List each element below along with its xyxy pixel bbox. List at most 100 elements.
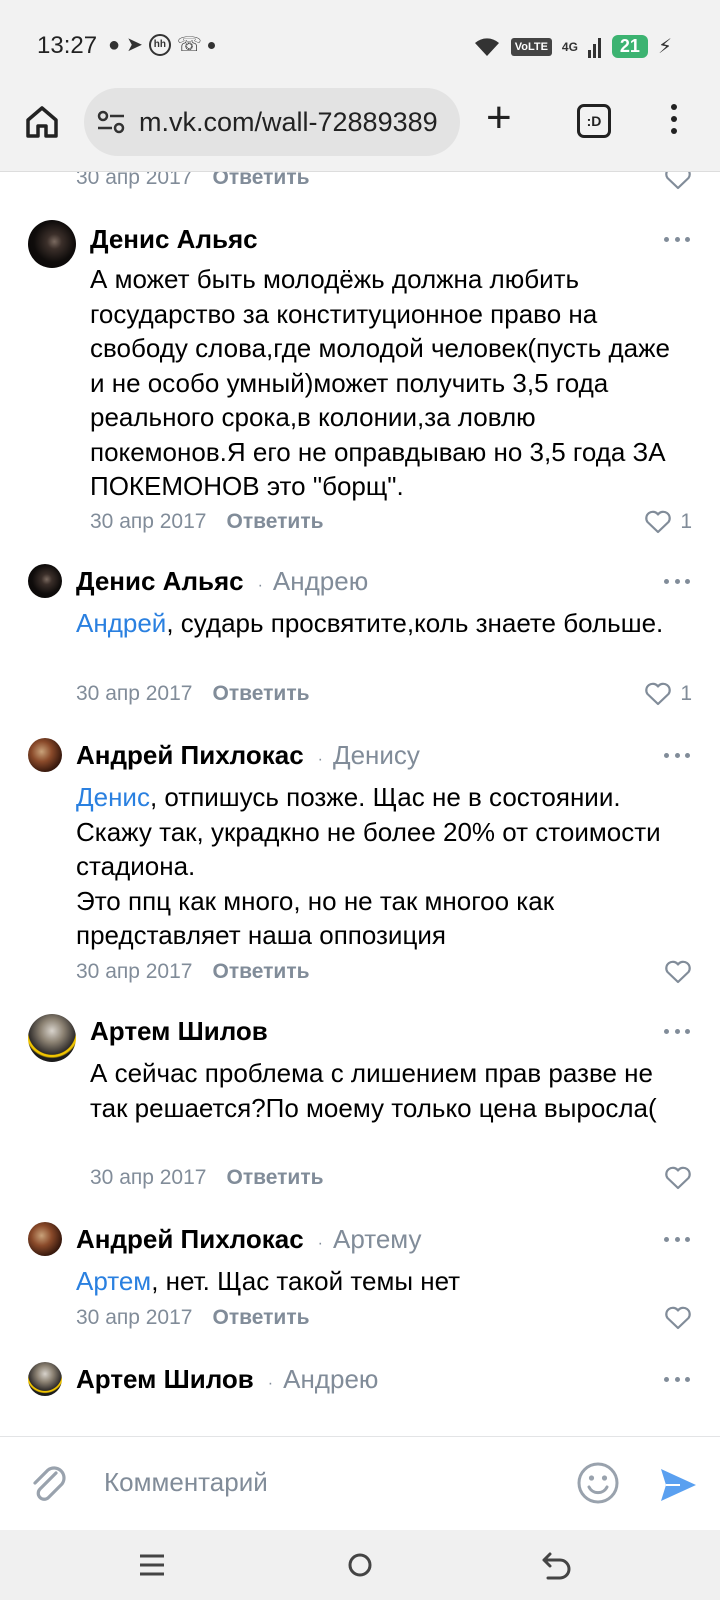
send-icon[interactable] [658,1465,698,1505]
comment-body: А сейчас проблема с лишением прав разве … [90,1058,657,1123]
charging-icon: ⚡ [657,36,672,58]
more-options-button[interactable] [664,237,690,243]
mention-link[interactable]: Артем [76,1266,151,1296]
like-count: 1 [680,510,692,533]
reply-to[interactable]: · Артему [318,1224,422,1255]
comments-feed: 30 апр 2017 Ответить Денис Альяс А может… [0,172,720,1436]
heart-icon [665,1166,691,1190]
tab-switcher-button[interactable]: :D [577,104,611,138]
more-options-button[interactable] [664,1237,690,1243]
comment-date: 30 апр 2017 [76,172,193,189]
more-options-button[interactable] [664,1029,690,1035]
like-count: 1 [680,682,692,705]
avatar[interactable] [28,220,76,268]
system-icons: VoLTE 4G 21 ⚡ [473,34,672,59]
chat-bubble-icon: ● [108,34,121,56]
like-button[interactable] [664,172,692,190]
browser-menu-button[interactable] [668,104,680,140]
signal-icon [587,37,601,58]
hh-app-icon: hh [148,34,171,56]
comment-meta: 30 апр 2017 Ответить [90,1166,324,1190]
like-button[interactable] [664,1306,692,1330]
comment-text: Денис, отпишусь позже. Щас не в состояни… [76,780,686,953]
system-navigation-bar [0,1530,720,1600]
comment-body: А может быть молодёжь должна любить госу… [90,264,670,501]
comment-date: 30 апр 2017 [76,682,193,705]
like-button[interactable] [664,1166,692,1190]
reply-to-name[interactable]: Денису [333,740,420,770]
comment-body: , нет. Щас такой темы нет [151,1266,461,1296]
reply-to-name[interactable]: Андрею [273,566,368,596]
author-name[interactable]: Артем Шилов [90,1016,268,1047]
avatar[interactable] [28,1362,62,1396]
address-bar[interactable]: m.vk.com/wall-72889389 [84,88,460,156]
reply-button[interactable]: Ответить [226,1166,323,1190]
like-button[interactable]: 1 [644,682,692,706]
avatar[interactable] [28,738,62,772]
author-name[interactable]: Денис Альяс [76,566,244,597]
comment-text: Артем, нет. Щас такой темы нет [76,1264,676,1299]
comment-input[interactable]: Комментарий [104,1467,268,1498]
comment-header: Андрей Пихлокас · Артему [76,1224,421,1255]
notification-icons: ● ➤ hh ☏ [108,34,215,56]
comment-text: А сейчас проблема с лишением прав разве … [90,1056,690,1125]
like-button[interactable]: 1 [644,510,692,534]
more-options-button[interactable] [664,579,690,585]
telegram-icon: ➤ [126,34,143,56]
emoji-icon[interactable] [576,1461,620,1505]
recent-apps-icon[interactable] [132,1548,172,1582]
avatar[interactable] [28,1222,62,1256]
mention-link[interactable]: Денис [76,782,150,812]
comment-header: Денис Альяс · Андрею [76,566,368,597]
author-name[interactable]: Андрей Пихлокас [76,1224,304,1255]
reply-button[interactable]: Ответить [212,682,309,706]
reply-to[interactable]: · Андрею [268,1364,379,1395]
comment-composer: Комментарий [0,1436,720,1530]
attachment-icon[interactable] [28,1461,68,1505]
home-nav-icon[interactable] [340,1548,380,1582]
network-type: 4G [561,39,578,54]
browser-toolbar: m.vk.com/wall-72889389 + :D [0,88,720,172]
comment-header: Андрей Пихлокас · Денису [76,740,420,771]
new-tab-button[interactable]: + [486,96,512,140]
comment-meta: 30 апр 2017 Ответить [76,172,310,190]
mention-link[interactable]: Андрей [76,608,166,638]
reply-button[interactable]: Ответить [212,960,309,984]
battery-level: 21 [611,35,648,58]
comment-date: 30 апр 2017 [90,510,207,533]
like-button[interactable] [664,960,692,984]
reply-to-name[interactable]: Андрею [283,1364,378,1394]
heart-icon [665,960,691,984]
avatar[interactable] [28,1014,76,1062]
comment-date: 30 апр 2017 [76,1306,193,1329]
comment-date: 30 апр 2017 [90,1166,207,1189]
heart-icon [665,172,691,190]
reply-to[interactable]: · Денису [318,740,420,771]
comment-meta: 30 апр 2017 Ответить [76,682,310,706]
url-text[interactable]: m.vk.com/wall-72889389 [139,107,449,138]
reply-button[interactable]: Ответить [212,172,309,190]
comment-header: Артем Шилов [90,1016,268,1047]
more-notifications-dot [207,41,215,49]
more-options-button[interactable] [664,1377,690,1383]
author-name[interactable]: Денис Альяс [90,224,258,255]
wifi-icon [474,37,499,56]
comment-meta: 30 апр 2017 Ответить [76,960,310,984]
avatar[interactable] [28,564,62,598]
comment-meta: 30 апр 2017 Ответить [90,510,324,534]
author-name[interactable]: Артем Шилов [76,1364,254,1395]
comment-text: А может быть молодёжь должна любить госу… [90,262,690,504]
reply-to[interactable]: · Андрею [258,566,369,597]
reply-button[interactable]: Ответить [212,1306,309,1330]
site-settings-icon[interactable] [96,108,126,136]
comment-meta: 30 апр 2017 Ответить [76,1306,310,1330]
reply-button[interactable]: Ответить [226,510,323,534]
home-icon[interactable] [22,102,62,142]
more-options-button[interactable] [664,753,690,759]
volte-badge: VoLTE [510,37,552,56]
missed-call-icon: ☏ [176,34,202,56]
author-name[interactable]: Андрей Пихлокас [76,740,304,771]
back-icon[interactable] [536,1548,576,1582]
heart-icon [665,1306,691,1330]
reply-to-name[interactable]: Артему [333,1224,421,1254]
